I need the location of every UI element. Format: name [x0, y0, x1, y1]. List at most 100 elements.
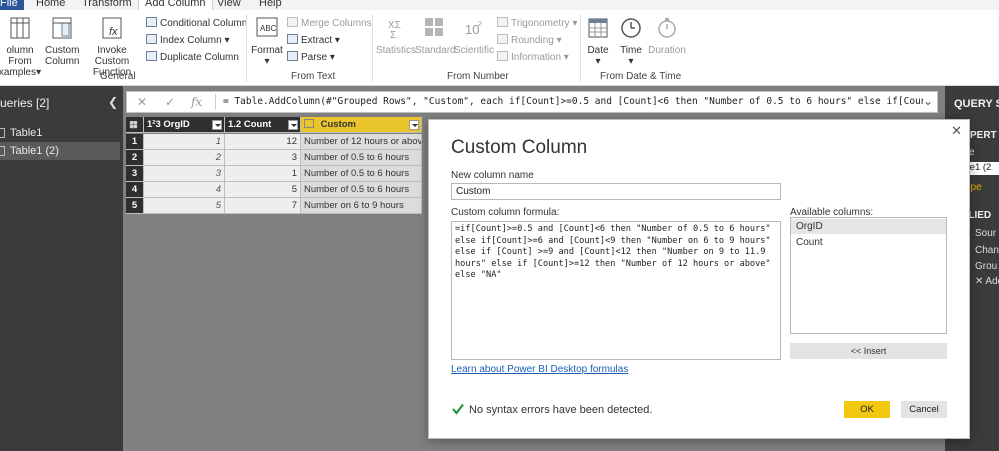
- available-column-count[interactable]: Count: [791, 235, 946, 250]
- cancel-button[interactable]: Cancel: [901, 401, 947, 418]
- clock-icon: [621, 18, 641, 38]
- column-header-count[interactable]: 1.2 Count: [225, 117, 301, 133]
- filter-dropdown-icon[interactable]: [288, 120, 298, 130]
- cell-orgid[interactable]: 4: [144, 182, 225, 198]
- group-label-from-number: From Number: [447, 71, 509, 82]
- conditional-column-icon: [146, 17, 157, 27]
- query-item-table1[interactable]: Table1: [0, 124, 120, 142]
- trigonometry-button[interactable]: Trigonometry ▾: [497, 17, 577, 30]
- step-grouped-rows[interactable]: Grou: [975, 261, 997, 272]
- duplicate-column-icon: [146, 51, 157, 61]
- cell-orgid[interactable]: 3: [144, 166, 225, 182]
- new-column-name-label: New column name: [451, 170, 534, 181]
- tab-help[interactable]: Help: [259, 0, 282, 10]
- information-button[interactable]: Information ▾: [497, 51, 569, 64]
- cell-count[interactable]: 3: [225, 150, 301, 166]
- column-header-orgid[interactable]: 1²3 OrgID: [144, 117, 225, 133]
- table-row: 5 5 7 Number on 6 to 9 hours: [126, 198, 422, 214]
- tab-add-column[interactable]: Add Column: [138, 0, 213, 10]
- filter-dropdown-icon[interactable]: [212, 120, 222, 130]
- custom-column-formula-editor[interactable]: =if[Count]>=0.5 and [Count]<6 then "Numb…: [451, 221, 781, 360]
- cell-custom[interactable]: Number of 0.5 to 6 hours: [301, 150, 422, 166]
- table-menu-icon[interactable]: ▦: [126, 117, 144, 133]
- duration-button[interactable]: Duration: [648, 16, 686, 56]
- tab-view[interactable]: View: [217, 0, 241, 10]
- parse-button[interactable]: Parse ▾: [287, 51, 335, 64]
- filter-dropdown-icon[interactable]: [409, 120, 419, 130]
- group-label-from-date-time: From Date & Time: [600, 71, 682, 82]
- custom-column-button[interactable]: Custom Column: [45, 16, 79, 67]
- row-number[interactable]: 5: [126, 198, 144, 214]
- delete-step-icon[interactable]: ✕: [975, 276, 983, 287]
- formula-label: Custom column formula:: [451, 207, 560, 218]
- cell-custom[interactable]: Number of 12 hours or above: [301, 134, 422, 150]
- row-number[interactable]: 3: [126, 166, 144, 182]
- step-source[interactable]: Sour: [975, 228, 996, 239]
- cell-custom[interactable]: Number on 6 to 9 hours: [301, 198, 422, 214]
- step-changed-type[interactable]: Chan: [975, 245, 999, 256]
- date-button[interactable]: Date ▾: [584, 16, 612, 67]
- queries-title: ueries [2]: [0, 96, 50, 110]
- ok-button[interactable]: OK: [844, 401, 890, 418]
- table-row: 2 2 3 Number of 0.5 to 6 hours: [126, 150, 422, 166]
- column-from-examples-button[interactable]: olumn From xamples▾: [0, 16, 44, 78]
- row-number[interactable]: 2: [126, 150, 144, 166]
- cell-orgid[interactable]: 2: [144, 150, 225, 166]
- close-icon[interactable]: ✕: [951, 123, 962, 139]
- table-icon: [0, 146, 5, 156]
- tab-transform[interactable]: Transform: [82, 0, 132, 10]
- learn-formulas-link[interactable]: Learn about Power BI Desktop formulas: [451, 364, 628, 375]
- commit-formula-icon[interactable]: ✓: [165, 95, 175, 109]
- cell-count[interactable]: 5: [225, 182, 301, 198]
- conditional-column-button[interactable]: Conditional Column: [146, 17, 247, 30]
- column-header-custom-label: Custom: [320, 119, 357, 130]
- merge-columns-button[interactable]: Merge Columns: [287, 17, 372, 30]
- formula-text[interactable]: = Table.AddColumn(#"Grouped Rows", "Cust…: [223, 96, 923, 107]
- step-added-custom[interactable]: ✕Adde: [975, 276, 999, 287]
- insert-button[interactable]: << Insert: [790, 343, 947, 359]
- cell-count[interactable]: 12: [225, 134, 301, 150]
- whole-number-type-icon[interactable]: 1²3: [147, 119, 161, 130]
- format-button[interactable]: ABC Format ▾: [250, 16, 284, 67]
- scientific-button[interactable]: 10 2 Scientific: [454, 16, 494, 56]
- invoke-custom-function-button[interactable]: fx Invoke Custom Function: [81, 16, 143, 78]
- statistics-label: Statistics: [376, 45, 417, 56]
- row-number[interactable]: 1: [126, 134, 144, 150]
- custom-column-dialog: ✕ Custom Column New column name Custom C…: [428, 119, 970, 439]
- scientific-icon: 102: [465, 21, 482, 37]
- standard-button[interactable]: Standard: [415, 16, 456, 56]
- information-icon: [497, 51, 508, 61]
- rounding-button[interactable]: Rounding ▾: [497, 34, 562, 47]
- duplicate-column-button[interactable]: Duplicate Column: [146, 51, 239, 64]
- svg-text:2: 2: [478, 21, 482, 28]
- syntax-status: No syntax errors have been detected.: [469, 404, 653, 416]
- available-columns-list: OrgID Count: [790, 217, 947, 334]
- collapse-chevron-icon[interactable]: ❮: [108, 95, 118, 109]
- expand-formula-chevron-icon[interactable]: ⌄: [923, 94, 933, 108]
- fx-icon[interactable]: fx: [191, 95, 202, 109]
- cell-count[interactable]: 1: [225, 166, 301, 182]
- column-header-custom[interactable]: Custom: [301, 117, 422, 133]
- available-column-orgid[interactable]: OrgID: [791, 219, 946, 234]
- cell-count[interactable]: 7: [225, 198, 301, 214]
- formula-divider: [215, 94, 216, 110]
- cell-orgid[interactable]: 1: [144, 134, 225, 150]
- cancel-formula-icon[interactable]: ✕: [137, 95, 147, 109]
- extract-button[interactable]: Extract ▾: [287, 34, 340, 47]
- any-type-icon[interactable]: [304, 119, 314, 128]
- new-column-name-field[interactable]: Custom: [451, 183, 781, 200]
- tab-home[interactable]: Home: [36, 0, 65, 10]
- ribbon-tabs: File Home Transform Add Column View Help: [0, 0, 999, 10]
- decimal-type-icon[interactable]: 1.2: [228, 119, 241, 130]
- query-item-table1-2[interactable]: Table1 (2): [0, 142, 120, 160]
- cell-custom[interactable]: Number of 0.5 to 6 hours: [301, 182, 422, 198]
- row-number[interactable]: 4: [126, 182, 144, 198]
- queries-pane: ueries [2] ❮ Table1 Table1 (2): [0, 86, 123, 451]
- time-button[interactable]: Time ▾: [617, 16, 645, 67]
- tab-file[interactable]: File: [0, 0, 24, 10]
- cell-custom[interactable]: Number of 0.5 to 6 hours: [301, 166, 422, 182]
- formula-bar: ✕ ✓ fx = Table.AddColumn(#"Grouped Rows"…: [126, 91, 938, 113]
- statistics-button[interactable]: XΣ Σ Statistics: [376, 16, 417, 56]
- index-column-button[interactable]: Index Column ▾: [146, 34, 230, 47]
- cell-orgid[interactable]: 5: [144, 198, 225, 214]
